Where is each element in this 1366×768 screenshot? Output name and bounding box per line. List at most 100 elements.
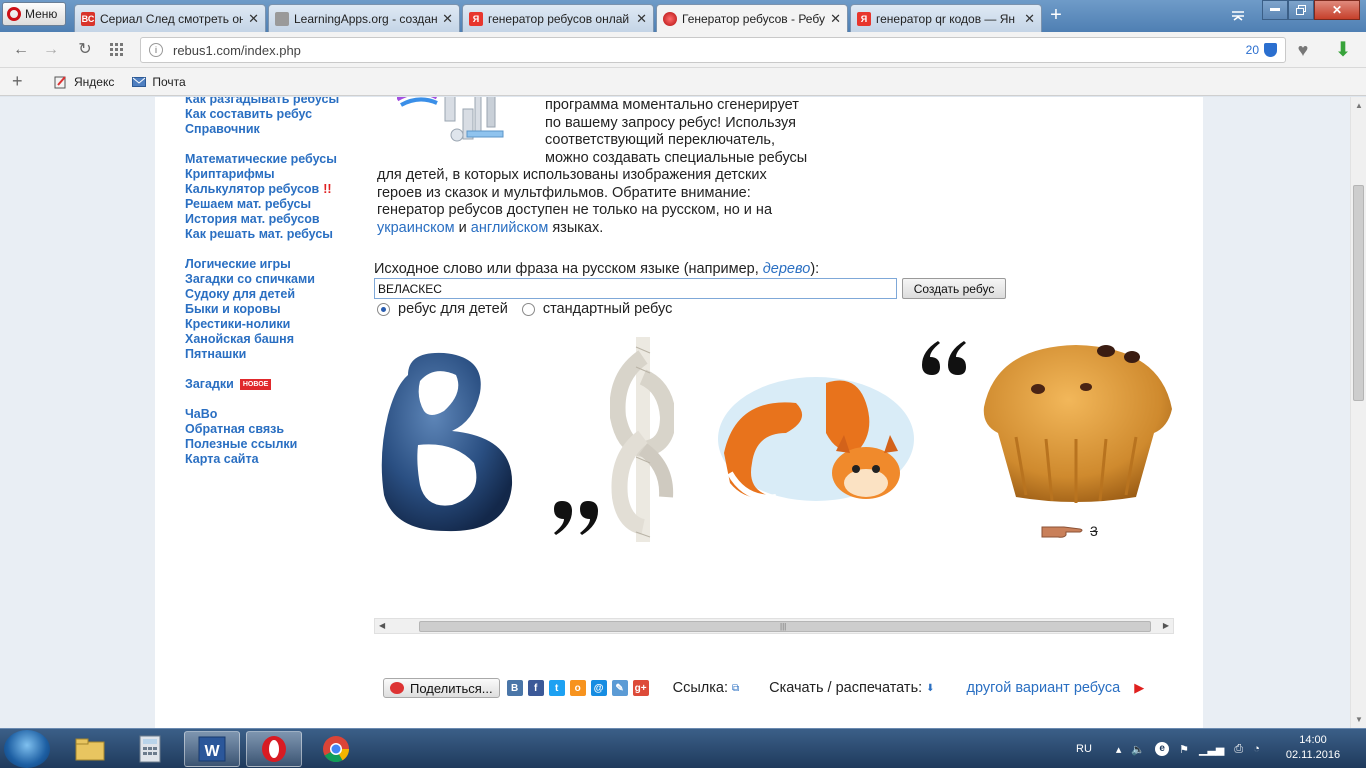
restore-button[interactable] [1288,0,1314,20]
example-link[interactable]: дерево [763,261,811,277]
reload-button[interactable]: ↻ [74,40,96,60]
explorer-taskbar-icon[interactable] [62,731,118,767]
close-window-button[interactable]: ✕ [1314,0,1360,20]
opening-quote-picture [922,341,966,375]
sidebar-item-riddles[interactable]: Загадки НОВОЕ [185,377,355,392]
sidebar-item-logic-games[interactable]: Логические игры [185,257,355,272]
device-icon[interactable]: ⎙ [1234,743,1243,756]
googleplus-icon[interactable]: g+ [632,680,649,696]
skype-icon[interactable]: e [1155,742,1170,756]
site-info-icon[interactable]: i [149,43,163,57]
scroll-down-icon[interactable]: ▼ [1355,715,1363,724]
sidebar-item-sudoku[interactable]: Судоку для детей [185,287,355,302]
other-variant-link[interactable]: другой вариант ребуса [967,680,1121,696]
bookmark-mail[interactable]: Почта [132,75,186,89]
intro-line: для детей, в которых использованы изобра… [377,167,767,183]
sidebar-item-solving-math[interactable]: Решаем мат. ребусы [185,197,355,212]
scroll-right-icon[interactable]: ▶ [1163,621,1169,630]
sidebar-item-fifteen[interactable]: Пятнашки [185,347,355,362]
mode-kids-radio[interactable] [377,302,390,316]
vertical-scrollbar[interactable]: ▲ ▼ [1350,97,1366,728]
mode-standard-radio[interactable] [521,302,535,316]
sidebar-item-faq[interactable]: ЧаВо [185,407,355,422]
ukrainian-link[interactable]: украинском [377,220,455,236]
flag-icon[interactable]: ⚑ [1179,743,1189,756]
forward-button[interactable]: → [40,40,62,60]
calculator-taskbar-icon[interactable] [122,731,178,767]
source-word-input[interactable] [374,278,897,299]
volume-icon[interactable]: 🔈 [1131,743,1145,756]
sidebar-item-math-rebus[interactable]: Математические ребусы [185,152,355,167]
twitter-icon[interactable]: t [548,680,565,696]
bookmark-yandex[interactable]: Яндекс [54,75,114,89]
english-link[interactable]: английском [471,220,549,236]
adblock-shield-icon[interactable] [1264,43,1277,57]
sidebar-item-reference[interactable]: Справочник [185,122,355,137]
add-bookmark-icon[interactable]: + [12,71,28,92]
svg-text:W: W [204,743,220,760]
sidebar-item-matches[interactable]: Загадки со спичками [185,272,355,287]
tab-close-icon[interactable]: ✕ [1024,11,1035,27]
new-tab-button[interactable]: + [1046,5,1066,26]
sidebar-item-sitemap[interactable]: Карта сайта [185,452,355,467]
scroll-thumb[interactable] [1353,185,1364,401]
language-indicator[interactable]: RU [1076,743,1092,755]
download-icon[interactable]: ⬇ [926,683,934,694]
next-arrow-icon[interactable]: ▶ [1134,680,1144,696]
tab-close-icon[interactable]: ✕ [830,11,841,27]
sidebar-item-math-history[interactable]: История мат. ребусов [185,212,355,227]
tab-learningapps[interactable]: LearningApps.org - создан ✕ [268,4,460,32]
external-link-icon[interactable]: ⧉ [732,683,739,694]
chrome-taskbar-icon[interactable] [308,731,364,767]
speed-dial-grid-icon[interactable] [106,40,128,60]
tab-rebus-generator[interactable]: Генератор ребусов - Ребу ✕ [656,4,848,32]
horizontal-scrollbar[interactable]: ◀ ||| ▶ [374,618,1174,634]
sidebar-item-calculator[interactable]: Калькулятор ребусов!! [185,182,355,197]
clock[interactable]: 14:00 02.11.2016 [1284,733,1342,763]
sidebar-item-cryptarithms[interactable]: Криптарифмы [185,167,355,182]
rebus-mode-selector: ребус для детей стандартный ребус [377,301,686,317]
vk-icon[interactable]: В [506,680,523,696]
update-icon[interactable]: ◔ [1253,743,1260,755]
tab-qr-yandex[interactable]: Я генератор qr кодов — Ян ✕ [850,4,1042,32]
bookmark-heart-icon[interactable]: ♥ [1292,40,1314,60]
back-button[interactable]: ← [10,40,32,60]
odnoklassniki-icon[interactable]: о [569,680,586,696]
tab-serial[interactable]: ВС Сериал След смотреть он ✕ [74,4,266,32]
minimize-button[interactable] [1262,0,1288,20]
sidebar-item-bulls-cows[interactable]: Быки и коровы [185,302,355,317]
tab-yandex-rebus[interactable]: Я генератор ребусов онлай ✕ [462,4,654,32]
start-button[interactable] [4,730,50,768]
tab-menu-icon[interactable] [1226,6,1250,26]
sidebar-item-hanoi[interactable]: Ханойская башня [185,332,355,347]
sidebar-item-useful-links[interactable]: Полезные ссылки [185,437,355,452]
tab-close-icon[interactable]: ✕ [248,11,259,27]
social-icons: Вf t о @ ✎ g+ [502,680,649,696]
word-taskbar-icon[interactable]: W [184,731,240,767]
scroll-up-icon[interactable]: ▲ [1355,101,1363,110]
download-arrow-icon[interactable]: ⬇ [1332,40,1354,62]
scroll-left-icon[interactable]: ◀ [379,621,385,630]
opera-taskbar-icon[interactable] [246,731,302,767]
livejournal-icon[interactable]: ✎ [611,680,628,696]
create-rebus-button[interactable]: Создать ребус [902,278,1006,299]
tab-close-icon[interactable]: ✕ [442,11,453,27]
share-button[interactable]: Поделиться... [383,678,500,698]
sidebar-item-tic-tac-toe[interactable]: Крестики-нолики [185,317,355,332]
sidebar-group-help: Как разгадывать ребусы Как составить реб… [185,97,355,137]
sidebar-item-how-to-compose[interactable]: Как составить ребус [185,107,355,122]
tray-expand-icon[interactable]: ▴ [1116,743,1122,756]
address-bar[interactable]: i rebus1.com/index.php 20 [140,37,1286,63]
network-signal-icon[interactable]: ▁▃▅ [1199,743,1224,756]
letter-removal-number: 3 [1090,523,1098,539]
scroll-thumb[interactable]: ||| [419,621,1151,632]
mailru-icon[interactable]: @ [590,680,607,696]
mode-standard-option[interactable]: стандартный ребус [521,301,672,317]
sidebar-item-how-solve-math[interactable]: Как решать мат. ребусы [185,227,355,242]
opera-menu-button[interactable]: Меню [2,2,66,26]
mode-kids-option[interactable]: ребус для детей [377,301,508,317]
tab-close-icon[interactable]: ✕ [636,11,647,27]
facebook-icon[interactable]: f [527,680,544,696]
sidebar-item-feedback[interactable]: Обратная связь [185,422,355,437]
sidebar-item-how-to-solve[interactable]: Как разгадывать ребусы [185,97,355,107]
